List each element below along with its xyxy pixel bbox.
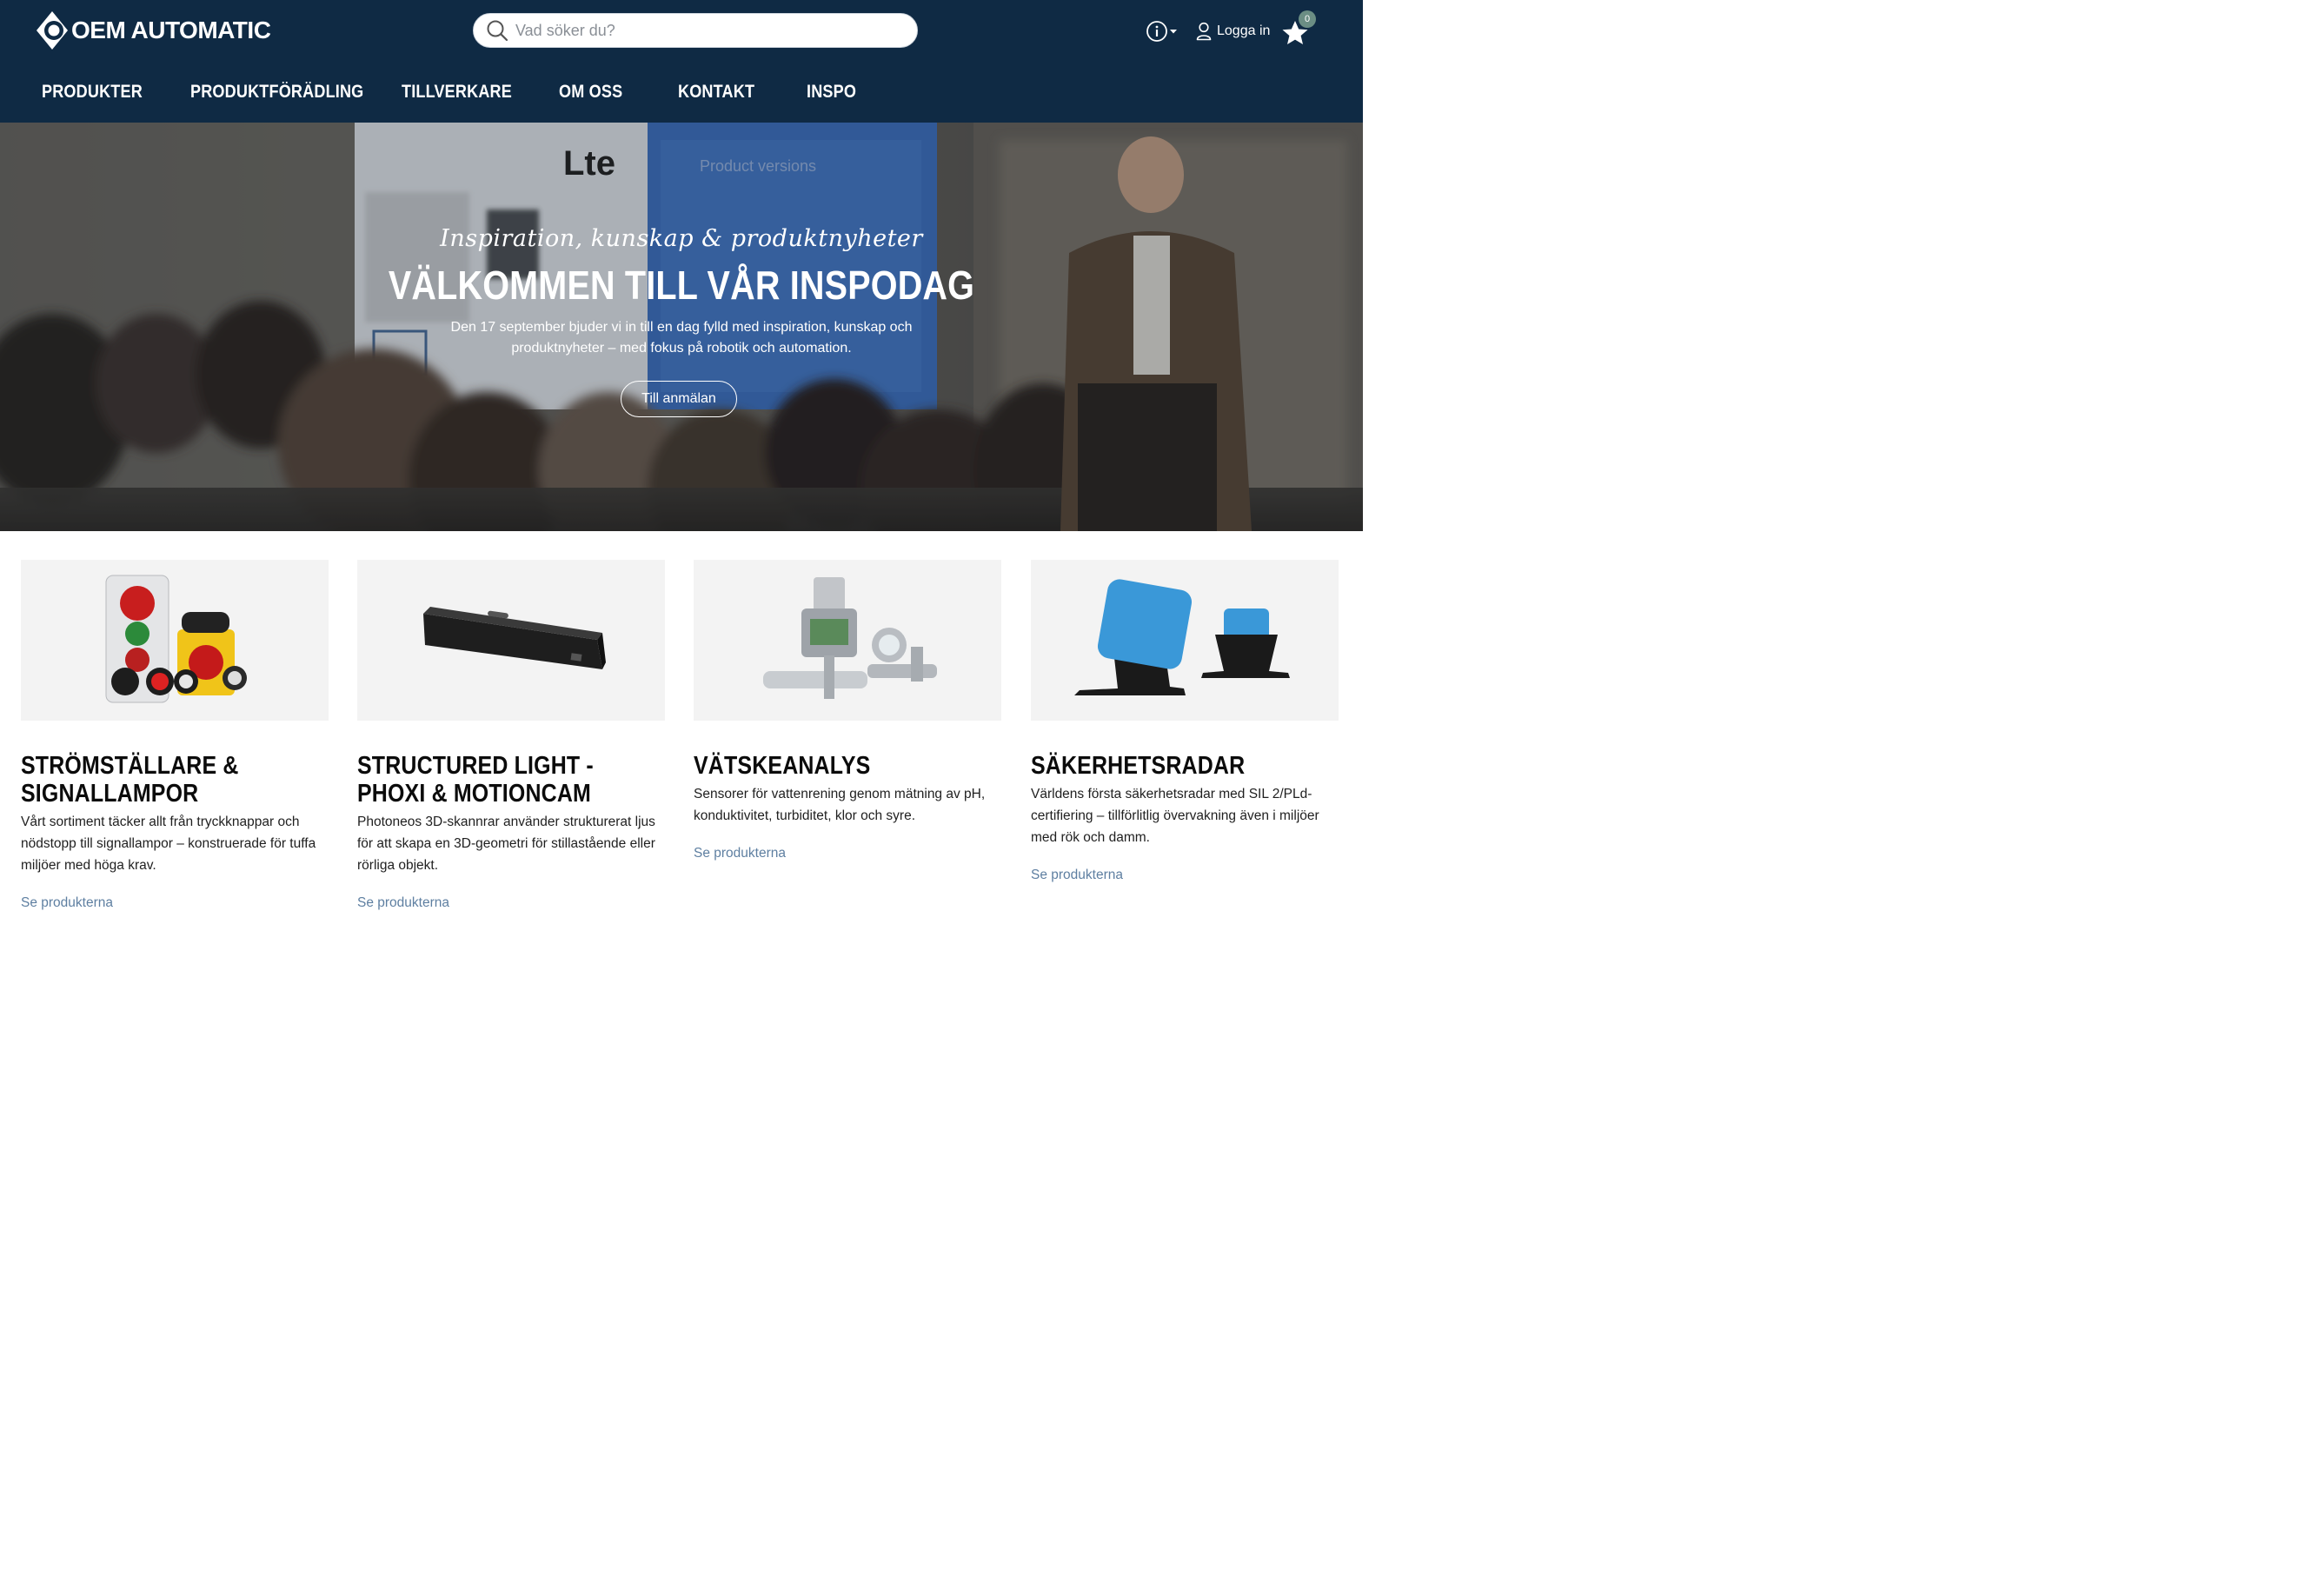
product-card: SÄKERHETSRADAR Världens första säkerhets… xyxy=(1031,560,1339,883)
product-image-liquid-analysis[interactable] xyxy=(694,560,1001,721)
register-button[interactable]: Till anmälan xyxy=(621,381,737,417)
favorites-count-badge: 0 xyxy=(1299,10,1316,28)
hero-title: VÄLKOMMEN TILL VÅR INSPODAG xyxy=(388,263,975,308)
product-card: STRÖMSTÄLLARE & SIGNALLAMPOR Vårt sortim… xyxy=(21,560,329,911)
card-title: SÄKERHETSRADAR xyxy=(1031,752,1246,780)
search-bar[interactable] xyxy=(473,13,918,48)
hero-content: Inspiration, kunskap & produktnyheter VÄ… xyxy=(0,123,1363,531)
see-products-link[interactable]: Se produkterna xyxy=(1031,868,1339,883)
logo-diamond-icon xyxy=(37,11,68,50)
info-dropdown[interactable] xyxy=(1146,19,1180,43)
nav-item-produktforadling[interactable]: PRODUKTFÖRÄDLING xyxy=(190,75,363,110)
site-header: OEM AUTOMATIC Logga in 0 PRODUKTER PRODU… xyxy=(0,0,1363,123)
radar-image xyxy=(1074,579,1290,695)
nav-item-produkter[interactable]: PRODUKTER xyxy=(42,75,143,110)
login-label: Logga in xyxy=(1217,23,1271,38)
search-input[interactable] xyxy=(515,15,898,46)
card-title: STRÖMSTÄLLARE & SIGNALLAMPOR xyxy=(21,752,239,808)
logo-text: OEM AUTOMATIC xyxy=(71,17,271,43)
product-image-safety-radar[interactable] xyxy=(1031,560,1339,721)
hero-description: Den 17 september bjuder vi in till en da… xyxy=(450,320,913,356)
see-products-link[interactable]: Se produkterna xyxy=(357,895,665,911)
login-link[interactable]: Logga in xyxy=(1196,19,1270,43)
see-products-link[interactable]: Se produkterna xyxy=(21,895,329,911)
switches-image xyxy=(105,575,247,703)
user-icon xyxy=(1196,22,1212,41)
product-card: VÄTSKEANALYS Sensorer för vattenrening g… xyxy=(694,560,1001,861)
product-card: STRUCTURED LIGHT - PHOXI & MOTIONCAM Pho… xyxy=(357,560,665,911)
card-title: VÄTSKEANALYS xyxy=(694,752,871,780)
card-description: Världens första säkerhetsradar med SIL 2… xyxy=(1031,787,1319,845)
card-title: STRUCTURED LIGHT - PHOXI & MOTIONCAM xyxy=(357,752,594,808)
search-icon[interactable] xyxy=(486,19,508,42)
chevron-down-icon xyxy=(1170,30,1177,34)
logo[interactable]: OEM AUTOMATIC xyxy=(35,10,271,51)
nav-item-inspo[interactable]: INSPO xyxy=(807,75,856,110)
card-description: Sensorer för vattenrening genom mätning … xyxy=(694,787,986,823)
product-cards: STRÖMSTÄLLARE & SIGNALLAMPOR Vårt sortim… xyxy=(0,531,1363,939)
card-description: Vårt sortiment täcker allt från tryckkna… xyxy=(21,815,316,873)
see-products-link[interactable]: Se produkterna xyxy=(694,846,1001,861)
product-image-switches[interactable] xyxy=(21,560,329,721)
card-description: Photoneos 3D-skannrar använder strukture… xyxy=(357,815,655,873)
nav-item-om-oss[interactable]: OM OSS xyxy=(559,75,622,110)
hero-script-tagline: Inspiration, kunskap & produktnyheter xyxy=(440,225,923,252)
nav-item-tillverkare[interactable]: TILLVERKARE xyxy=(402,75,512,110)
nav-item-kontakt[interactable]: KONTAKT xyxy=(678,75,754,110)
favorites-button[interactable]: 0 xyxy=(1281,10,1316,45)
hero-banner: Product versions Lte Inspiration, kunska… xyxy=(0,123,1363,531)
product-image-structured-light[interactable] xyxy=(357,560,665,721)
sensors-image xyxy=(763,577,937,699)
scanner-image xyxy=(423,607,606,669)
info-icon xyxy=(1146,21,1177,42)
